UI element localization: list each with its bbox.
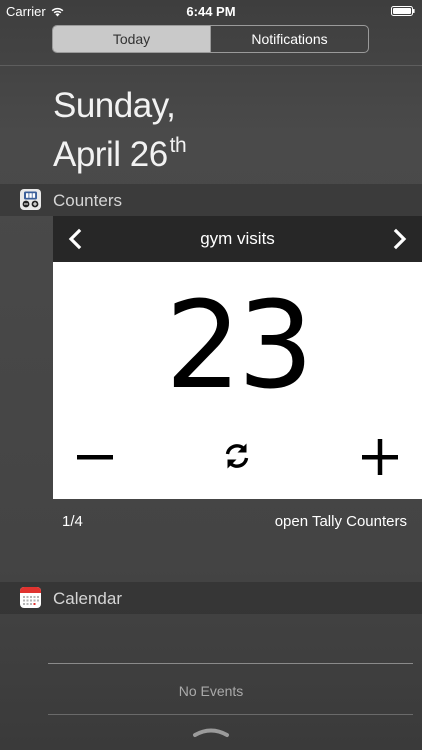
counters-section-title: Counters: [53, 191, 122, 210]
counter-footer: 1/4 open Tally Counters: [53, 511, 422, 533]
header-divider: [0, 65, 422, 66]
counter-value: 23: [165, 277, 314, 416]
tally-counters-app-icon: [20, 189, 41, 210]
date-month-day-line: April 26th: [53, 126, 187, 175]
calendar-divider: [48, 663, 413, 664]
refresh-icon[interactable]: [221, 440, 253, 472]
chevron-right-icon[interactable]: [389, 228, 411, 250]
minus-icon[interactable]: [75, 434, 121, 480]
clock: 6:44 PM: [186, 4, 236, 19]
today-date: Sunday, April 26th: [53, 86, 187, 175]
open-tally-counters-link[interactable]: open Tally Counters: [275, 513, 407, 530]
counter-name: gym visits: [200, 229, 275, 248]
calendar-app-icon: [20, 587, 41, 608]
tab-today[interactable]: Today: [53, 26, 210, 52]
date-weekday: Sunday,: [53, 86, 176, 125]
date-ordinal-suffix: th: [169, 134, 187, 157]
tab-notifications[interactable]: Notifications: [210, 26, 368, 52]
page-indicator: 1/4: [62, 513, 83, 530]
battery-icon: [391, 6, 415, 16]
counter-nav-bar: gym visits: [53, 216, 422, 262]
date-month-day: April 26: [53, 135, 168, 174]
status-bar: Carrier 6:44 PM: [0, 0, 422, 22]
plus-icon[interactable]: [357, 434, 403, 480]
counters-section-header[interactable]: Counters: [0, 184, 422, 216]
calendar-section-title: Calendar: [53, 589, 122, 608]
grabber-handle-icon[interactable]: [191, 724, 231, 740]
chevron-left-icon[interactable]: [64, 228, 86, 250]
counter-card: 23: [53, 262, 422, 499]
calendar-section-header[interactable]: Calendar: [0, 582, 422, 614]
no-events-label: No Events: [178, 683, 244, 699]
today-notifications-switch: Today Notifications: [52, 25, 369, 53]
calendar-bottom-divider: [48, 714, 413, 715]
